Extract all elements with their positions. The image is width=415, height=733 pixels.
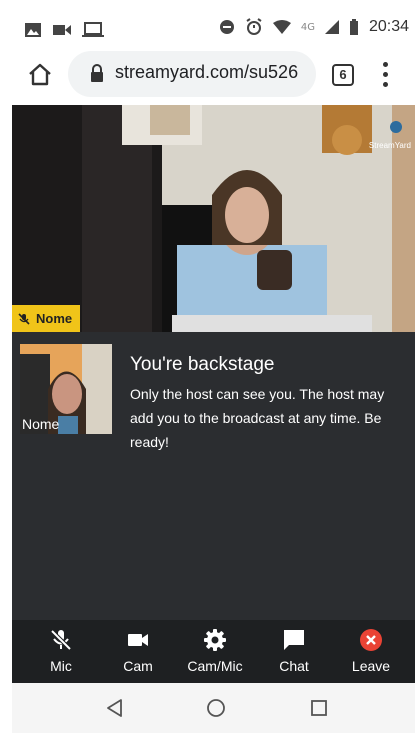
tab-switcher-button[interactable]: 6 (332, 64, 354, 86)
control-bar: Mic Cam Cam/Mic Chat Leave (12, 620, 415, 683)
recents-icon[interactable] (308, 697, 330, 719)
back-icon[interactable] (104, 697, 126, 719)
do-not-disturb-icon (219, 20, 234, 34)
cam-label: Cam (123, 658, 153, 674)
more-vert-icon[interactable] (380, 62, 390, 88)
signal-icon (324, 20, 339, 34)
video-scene (12, 105, 415, 332)
chat-icon (284, 630, 304, 650)
battery-icon (349, 19, 358, 35)
leave-label: Leave (351, 658, 391, 674)
self-preview: Nome (20, 344, 112, 434)
video-cast-icon (53, 25, 71, 35)
backstage-panel: Nome You're backstage Only the host can … (12, 332, 415, 620)
laptop-icon (82, 22, 104, 37)
cam-button[interactable]: Cam (103, 620, 173, 683)
alarm-icon (246, 18, 262, 35)
network-type: 4G (300, 21, 315, 33)
mic-label: Mic (50, 658, 72, 674)
cam-mic-label: Cam/Mic (187, 658, 243, 674)
chat-button[interactable]: Chat (259, 620, 329, 683)
main-video: StreamYard Nome (12, 105, 415, 332)
participant-name-tag: Nome (12, 305, 81, 332)
leave-button[interactable]: Leave (336, 620, 406, 683)
home-circle-icon[interactable] (205, 697, 227, 719)
status-bar: 4G 20:34 (12, 12, 415, 47)
chat-label: Chat (279, 658, 309, 674)
cam-mic-settings-button[interactable]: Cam/Mic (180, 620, 250, 683)
self-name-label: Nome (22, 416, 60, 432)
url-text: streamyard.com/su526 (115, 62, 299, 82)
home-icon[interactable] (26, 61, 54, 89)
participant-name: Nome (36, 311, 73, 326)
browser-toolbar: streamyard.com/su526 6 (12, 47, 415, 105)
address-bar[interactable]: streamyard.com/su526 (68, 51, 316, 97)
clock: 20:34 (368, 18, 409, 35)
streamyard-watermark: StreamYard (368, 141, 411, 150)
close-circle-icon (360, 629, 382, 651)
backstage-title: You're backstage (130, 354, 275, 375)
image-icon (25, 23, 41, 37)
mic-off-icon (18, 312, 30, 325)
lock-icon (91, 64, 103, 82)
android-nav-bar (12, 683, 415, 733)
gear-icon (204, 629, 226, 651)
videocam-icon (128, 634, 148, 646)
wifi-icon (272, 20, 291, 34)
backstage-message: Only the host can see you. The host may … (130, 386, 385, 450)
mic-off-icon (50, 629, 72, 651)
mic-button[interactable]: Mic (26, 620, 96, 683)
